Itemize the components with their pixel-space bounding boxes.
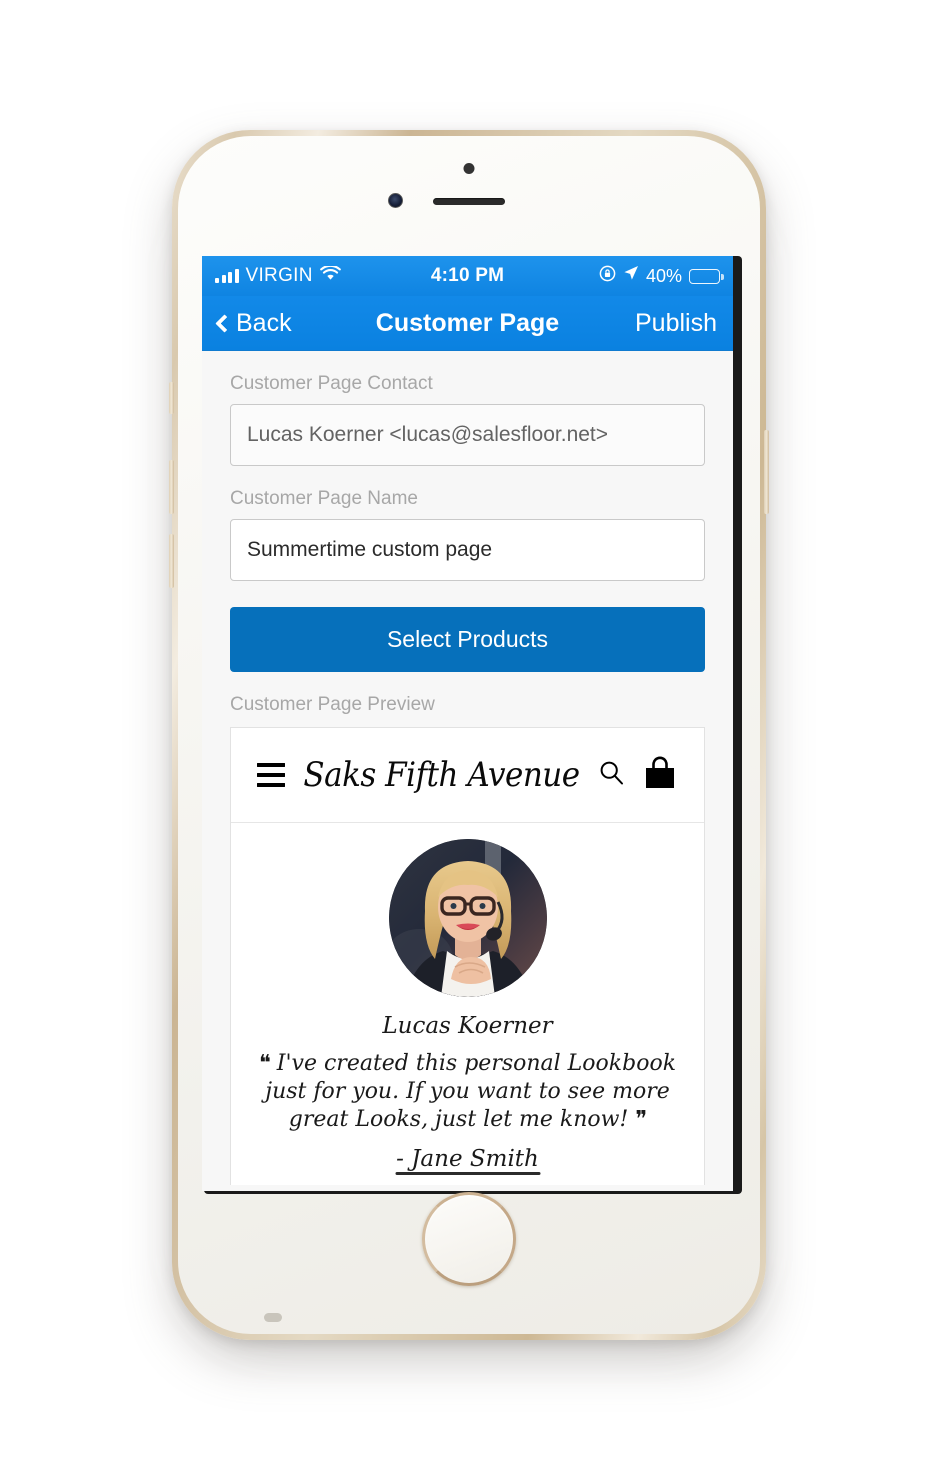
back-button-label: Back	[236, 308, 292, 337]
avatar-photo	[388, 839, 547, 997]
rep-quote-text: I've created this personal Lookbook just…	[265, 1051, 677, 1133]
power-button[interactable]	[764, 430, 769, 514]
quote-close-icon: ❞	[635, 1107, 647, 1133]
back-button[interactable]: Back	[215, 308, 292, 338]
earpiece-speaker	[433, 198, 505, 205]
name-field-label: Customer Page Name	[230, 488, 418, 509]
customer-page-contact-input[interactable]: Lucas Koerner <lucas@salesfloor.net>	[230, 404, 705, 466]
volume-up-button[interactable]	[169, 460, 174, 514]
contact-field-label: Customer Page Contact	[230, 373, 433, 394]
app-navigation-bar: Back Customer Page Publish	[202, 296, 733, 351]
ring-silent-switch[interactable]	[169, 382, 174, 414]
location-arrow-icon	[623, 265, 639, 287]
front-camera-icon	[388, 193, 403, 208]
customer-page-name-input[interactable]: Summertime custom page	[230, 519, 705, 581]
preview-rep-block: Lucas Koerner ❝ I've created this person…	[231, 823, 704, 1172]
chevron-left-icon	[215, 313, 234, 333]
rep-signature: - Jane Smith	[396, 1146, 539, 1173]
avatar-illustration	[388, 839, 547, 997]
shopping-bag-icon[interactable]	[642, 756, 678, 795]
rep-name: Lucas Koerner	[382, 1013, 553, 1039]
bottom-speaker	[264, 1313, 282, 1322]
battery-percent-label: 40%	[645, 265, 682, 286]
hamburger-menu-icon[interactable]	[257, 763, 285, 787]
preview-scroll-indicator[interactable]	[395, 1172, 540, 1175]
proximity-sensor-icon	[463, 163, 475, 174]
preview-site-header: Saks Fifth Avenue	[231, 728, 704, 823]
select-products-button[interactable]: Select Products	[230, 607, 705, 672]
publish-button[interactable]: Publish	[635, 309, 717, 338]
rep-quote: ❝ I've created this personal Lookbook ju…	[231, 1039, 704, 1134]
brand-logo[interactable]: Saks Fifth Avenue	[303, 756, 580, 795]
battery-icon	[689, 268, 724, 284]
preview-section-label: Customer Page Preview	[230, 694, 435, 715]
search-icon[interactable]	[598, 759, 625, 791]
page-content: Customer Page Contact Lucas Koerner <luc…	[202, 351, 733, 1191]
quote-open-icon: ❝	[258, 1051, 271, 1076]
ios-status-bar: VIRGIN 4:10 PM 40%	[202, 256, 733, 296]
volume-down-button[interactable]	[169, 534, 174, 588]
home-button[interactable]	[422, 1192, 516, 1286]
status-bar-right: 40%	[599, 256, 724, 296]
customer-page-preview-card: Saks Fifth Avenue Lucas Koerner ❝ I've c…	[230, 727, 705, 1185]
phone-screen: VIRGIN 4:10 PM 40% Back Customer Page Pu…	[202, 256, 733, 1191]
preview-header-icons	[598, 756, 678, 795]
rotation-lock-icon	[599, 265, 616, 288]
